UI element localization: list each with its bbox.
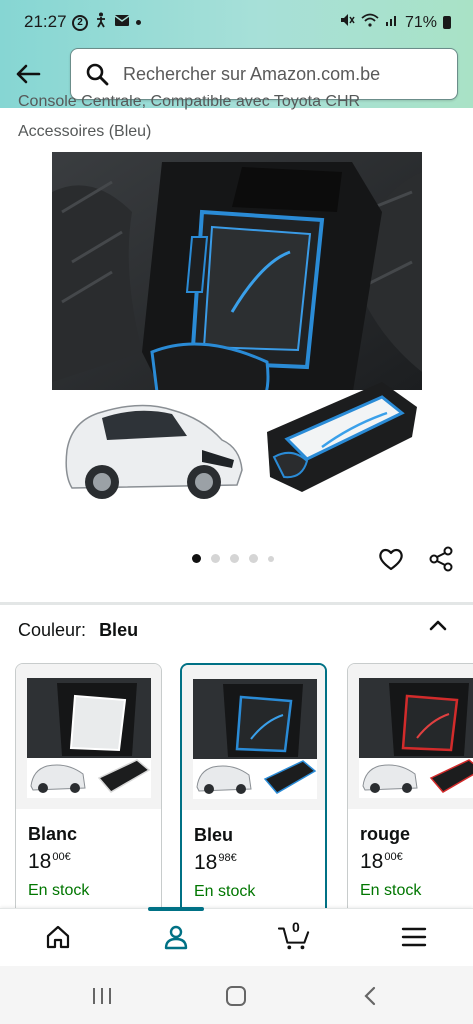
account-icon — [164, 925, 188, 950]
swatch-blanc[interactable]: Blanc 1800€ En stock — [15, 663, 162, 908]
chevron-up-icon — [429, 620, 447, 631]
nav-home[interactable] — [42, 921, 74, 953]
carousel-dot[interactable] — [192, 554, 201, 563]
swatch-name: rouge — [360, 824, 411, 844]
swatch-thumbnail — [359, 678, 473, 798]
section-divider — [0, 602, 473, 605]
swatch-price: 1800€ — [28, 850, 71, 874]
active-tab-indicator — [148, 907, 204, 911]
battery-percent: 71% — [404, 13, 437, 31]
menu-icon — [401, 927, 427, 947]
swatch-price: 1898€ — [194, 851, 237, 875]
top-header: 21:27 2 71% — [0, 0, 473, 108]
swatch-price: 1800€ — [360, 850, 403, 874]
cart-count: 0 — [292, 919, 300, 935]
share-icon — [429, 546, 453, 572]
search-bar[interactable] — [70, 48, 458, 100]
swatch-name: Bleu — [194, 825, 234, 845]
product-image[interactable] — [52, 152, 422, 502]
price-whole: 18 — [28, 850, 52, 873]
swatch-thumb-area — [16, 664, 161, 809]
search-input[interactable] — [123, 63, 443, 85]
system-nav-bar — [0, 966, 473, 1024]
status-left-icons: 2 — [72, 12, 141, 33]
swatch-thumb-area — [348, 664, 473, 809]
heart-icon — [379, 548, 403, 571]
swatch-rouge[interactable]: rouge 1800€ En stock — [347, 663, 473, 908]
swatch-thumb-area — [182, 665, 325, 810]
swatch-thumbnail — [193, 679, 317, 799]
product-title-line2: Accessoires (Bleu) — [18, 123, 152, 140]
carousel-dot[interactable] — [268, 555, 274, 562]
color-selector-header[interactable]: Couleur: Bleu — [18, 620, 458, 646]
back-arrow-icon — [16, 64, 41, 84]
color-label: Couleur: — [18, 620, 87, 640]
price-currency: € — [230, 852, 237, 864]
mute-icon — [339, 12, 355, 33]
battery-icon — [443, 16, 451, 29]
nav-cart[interactable]: 0 — [278, 919, 310, 953]
price-cents-value: 00 — [52, 851, 65, 863]
wifi-icon — [361, 13, 379, 32]
signal-icon — [385, 13, 399, 32]
price-whole: 18 — [360, 850, 384, 873]
carousel-dot[interactable] — [249, 554, 258, 563]
carousel-dot[interactable] — [211, 554, 220, 563]
price-cents: 00€ — [52, 851, 70, 863]
back-button[interactable] — [12, 58, 44, 90]
back-system-button[interactable] — [356, 982, 384, 1010]
price-cents-value: 00 — [384, 851, 397, 863]
nav-account[interactable] — [160, 921, 192, 953]
image-carousel-dots[interactable] — [192, 554, 274, 563]
accessibility-icon — [94, 12, 108, 33]
notification-count-icon: 2 — [72, 14, 88, 31]
price-whole: 18 — [194, 851, 218, 874]
nav-menu[interactable] — [398, 921, 430, 953]
home-system-button[interactable] — [222, 982, 250, 1010]
more-notifications-icon — [136, 20, 141, 25]
recent-apps-icon — [93, 988, 111, 1004]
swatch-thumbnail — [27, 678, 151, 798]
recent-apps-button[interactable] — [88, 982, 116, 1010]
carousel-dot[interactable] — [230, 554, 239, 563]
stock-status: En stock — [194, 883, 256, 900]
product-title: Console Centrale, Compatible avec Toyota… — [18, 95, 458, 145]
status-right-icons: 71% — [339, 12, 451, 33]
home-square-icon — [226, 986, 246, 1006]
color-swatch-list: Blanc 1800€ En stock Bleu 1898€ En stock — [0, 660, 473, 908]
swatch-bleu[interactable]: Bleu 1898€ En stock — [180, 663, 327, 908]
price-cents-value: 98 — [218, 852, 231, 864]
mail-icon — [114, 14, 130, 32]
price-cents: 98€ — [218, 852, 236, 864]
status-time: 21:27 — [24, 12, 67, 31]
chevron-left-icon — [364, 986, 376, 1006]
stock-status: En stock — [28, 882, 90, 899]
stock-status: En stock — [360, 882, 422, 899]
status-bar: 21:27 2 71% — [0, 0, 473, 44]
wishlist-heart-button[interactable] — [377, 545, 405, 573]
search-icon — [85, 61, 111, 87]
swatch-name: Blanc — [28, 824, 78, 844]
price-currency: € — [396, 851, 403, 863]
collapse-button[interactable] — [426, 614, 450, 638]
home-icon — [46, 925, 70, 949]
price-currency: € — [64, 851, 71, 863]
product-title-line1: Console Centrale, Compatible avec Toyota… — [18, 95, 361, 110]
color-selected-value: Bleu — [99, 620, 139, 640]
price-cents: 00€ — [384, 851, 402, 863]
bottom-nav: 0 — [0, 907, 473, 966]
share-button[interactable] — [427, 545, 455, 573]
